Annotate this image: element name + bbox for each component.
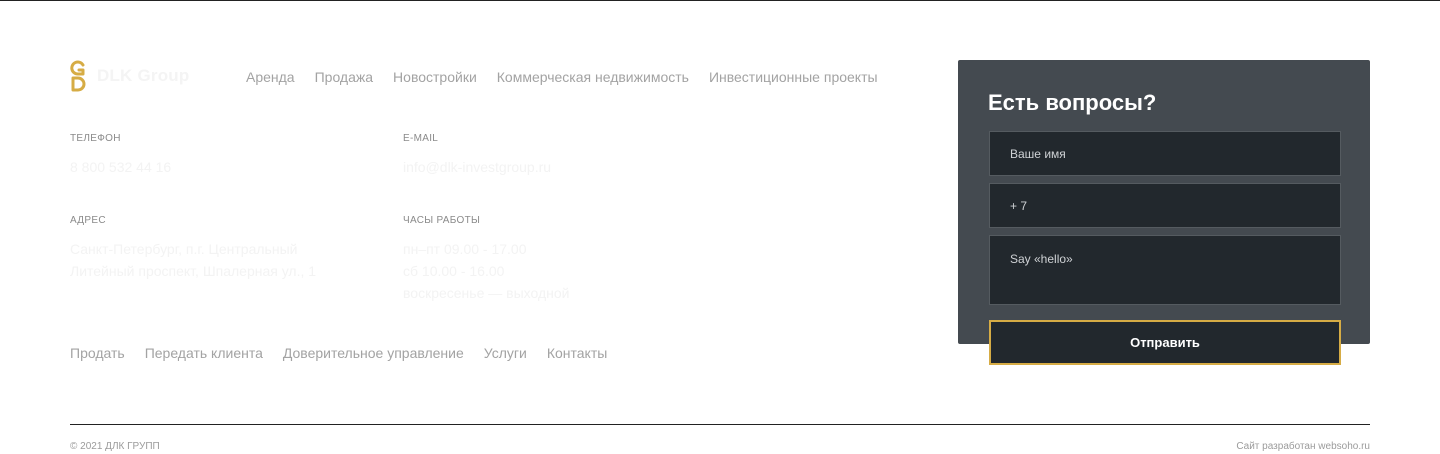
email-label: E-MAIL	[403, 133, 439, 144]
copyright-text: © 2021 ДЛК ГРУПП	[70, 441, 160, 452]
message-textarea[interactable]: Say «hello»	[989, 235, 1341, 305]
nav-link-sale[interactable]: Продажа	[315, 68, 373, 86]
logo[interactable]: DLK Group	[70, 60, 189, 92]
phone-label: ТЕЛЕФОН	[70, 133, 121, 144]
top-navigation: Аренда Продажа Новостройки Коммерческая …	[246, 68, 878, 86]
hours-sunday: воскресенье — выходной	[403, 285, 570, 301]
phone-link[interactable]: 8 800 532 44 16	[70, 156, 171, 178]
nav-link-contacts[interactable]: Контакты	[547, 344, 607, 362]
submit-button[interactable]: Отправить	[989, 320, 1341, 365]
nav-link-new-buildings[interactable]: Новостройки	[393, 68, 477, 86]
footer-divider	[70, 424, 1370, 425]
phone-input[interactable]: + 7	[989, 183, 1341, 228]
nav-link-investment[interactable]: Инвестиционные проекты	[709, 68, 878, 86]
developer-credit-link[interactable]: Сайт разработан websoho.ru	[1236, 441, 1370, 452]
hours-weekdays: пн–пт 09.00 - 17.00	[403, 241, 527, 257]
nav-link-sell[interactable]: Продать	[70, 344, 125, 362]
contact-form-title: Есть вопросы?	[988, 90, 1157, 115]
nav-link-services[interactable]: Услуги	[484, 344, 527, 362]
nav-link-commercial[interactable]: Коммерческая недвижимость	[497, 68, 689, 86]
address-line-1: Санкт-Петербург, п.г. Центральный	[70, 241, 298, 257]
nav-link-trust-management[interactable]: Доверительное управление	[283, 344, 464, 362]
logo-text: DLK Group	[97, 66, 190, 85]
hours-saturday: сб 10.00 - 16.00	[403, 263, 505, 279]
logo-icon	[70, 60, 86, 92]
hours-label: ЧАСЫ РАБОТЫ	[403, 215, 481, 226]
top-divider	[0, 0, 1440, 1]
address-line-2: Литейный проспект, Шпалерная ул., 1	[70, 263, 317, 279]
address-label: АДРЕС	[70, 215, 106, 226]
bottom-navigation: Продать Передать клиента Доверительное у…	[70, 344, 607, 362]
nav-link-refer-client[interactable]: Передать клиента	[145, 344, 263, 362]
nav-link-rent[interactable]: Аренда	[246, 68, 295, 86]
email-link[interactable]: info@dlk-investgroup.ru	[403, 156, 551, 178]
name-input[interactable]: Ваше имя	[989, 131, 1341, 176]
